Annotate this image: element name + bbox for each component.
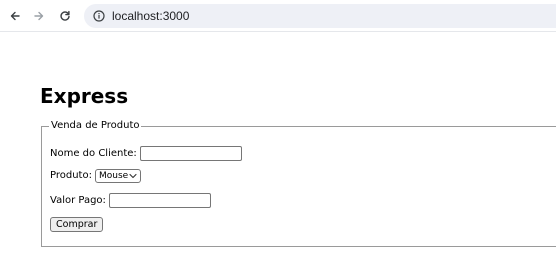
chevron-down-icon <box>129 172 137 180</box>
info-circle-icon[interactable] <box>92 9 106 23</box>
back-icon[interactable] <box>6 7 24 25</box>
browser-toolbar: localhost:3000 <box>0 0 556 32</box>
address-bar[interactable]: localhost:3000 <box>84 4 556 28</box>
sale-form-fieldset: Venda de Produto Nome do Cliente: Produt… <box>41 119 556 247</box>
customer-name-input[interactable] <box>139 146 242 161</box>
reload-icon[interactable] <box>56 7 74 25</box>
address-url: localhost:3000 <box>112 9 190 23</box>
product-select-value: Mouse <box>98 171 129 181</box>
fieldset-legend: Venda de Produto <box>49 119 142 133</box>
forward-icon[interactable] <box>30 7 48 25</box>
buy-button[interactable]: Comprar <box>50 217 104 232</box>
amount-paid-input[interactable] <box>108 193 211 208</box>
product-label: Produto: <box>50 170 92 181</box>
customer-name-label: Nome do Cliente: <box>50 147 137 159</box>
amount-paid-label: Valor Pago: <box>50 194 106 206</box>
product-select[interactable]: Mouse <box>94 169 141 183</box>
product-row: Produto: Mouse <box>50 169 141 183</box>
page-title: Express <box>40 84 129 108</box>
amount-paid-row: Valor Pago: <box>50 193 211 208</box>
customer-name-row: Nome do Cliente: <box>50 146 242 161</box>
